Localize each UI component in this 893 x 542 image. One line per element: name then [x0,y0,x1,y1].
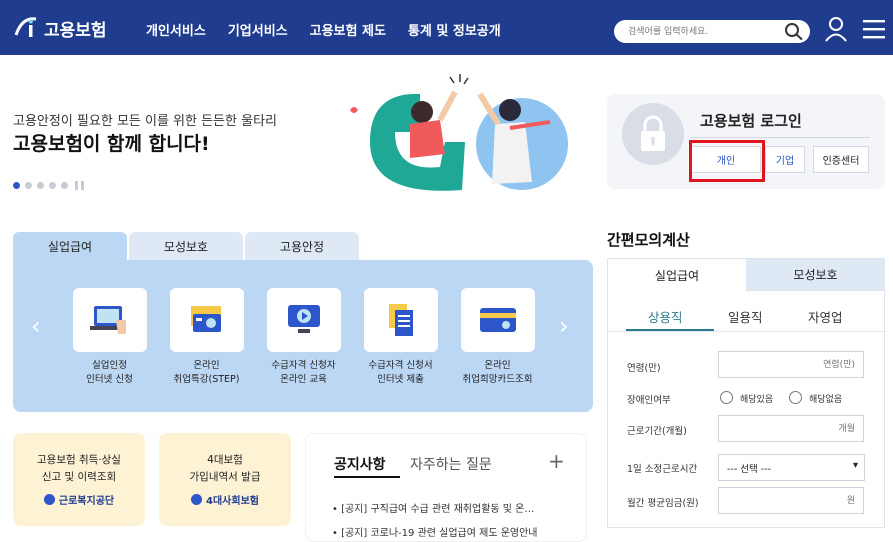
wage-label: 월간 평균임금(원) [627,498,699,509]
service-label: 실업인정 인터넷 신청 [86,360,133,385]
tab-calc-unemployment[interactable]: 실업급여 [608,259,746,291]
brand-name: 4대사회보험 [206,496,259,507]
nav-statistics[interactable]: 통계 및 정보공개 [408,20,501,39]
carousel-dot[interactable] [13,182,20,189]
certificate-center-button[interactable]: 인증센터 [813,146,869,173]
monitor-play-icon [266,288,341,352]
card-brand: 4대사회보험 [159,492,291,507]
carousel-indicators [13,181,84,190]
hamburger-menu-icon[interactable] [863,19,885,39]
subtab-self-employed[interactable]: 자영업 [808,307,843,326]
nav-business-services[interactable]: 기업서비스 [228,20,288,39]
service-item[interactable]: 수급자격 신청자 온라인 교육 [255,288,352,387]
notice-panel: 공지사항 자주하는 질문 + • [공지] 구직급여 수급 관련 재취업활동 및… [305,433,587,542]
chevron-left-icon[interactable]: ‹ [31,312,41,340]
age-label: 연령(만) [627,363,661,374]
tab-calc-maternity[interactable]: 모성보호 [746,259,885,291]
card-text: 고용보험 취득·상실 신고 및 이력조회 [37,454,121,483]
service-item[interactable]: 수급자격 신청서 인터넷 제출 [352,288,449,387]
disabled-label: 장애인여부 [627,395,671,406]
business-login-button[interactable]: 기업 [765,146,805,173]
lock-icon [622,103,684,165]
carousel-dot[interactable] [37,182,44,189]
projector-icon [169,288,244,352]
tab-employment-stability[interactable]: 고용안정 [245,232,359,260]
top-header: 고용보험 개인서비스 기업서비스 고용보험 제도 통계 및 정보공개 [0,0,893,55]
service-item[interactable]: 온라인 취업희망카드조회 [449,288,546,387]
radio-yes-label: 해당있음 [740,395,774,405]
service-list: 실업인정 인터넷 신청 온라인 취업특강(STEP) 수급자격 신청자 온라인 … [61,288,546,387]
notice-item[interactable]: • [공지] 구직급여 수급 관련 재취업활동 및 온… [332,500,568,515]
hero-illustration [350,72,570,194]
chevron-down-icon: ▾ [852,460,858,471]
period-label: 근로기간(개월) [627,426,687,437]
document-icon [363,288,438,352]
subtab-daily[interactable]: 일용직 [728,307,763,326]
insurance-report-card[interactable]: 고용보험 취득·상실 신고 및 이력조회 근로복지공단 [13,433,145,526]
period-input[interactable] [718,415,864,442]
search-icon[interactable] [784,22,804,41]
main-nav: 개인서비스 기업서비스 고용보험 제도 통계 및 정보공개 [146,20,523,39]
brand-logo-icon [43,494,55,505]
tab-faq[interactable]: 자주하는 질문 [410,454,492,474]
pause-icon[interactable] [75,181,84,190]
work-hours-select[interactable]: --- 선택 --- ▾ [718,454,865,481]
carousel-dot[interactable] [25,182,32,189]
nav-personal-services[interactable]: 개인서비스 [146,20,206,39]
service-item[interactable]: 실업인정 인터넷 신청 [61,288,158,387]
subtab-regular[interactable]: 상용직 [648,307,683,326]
tab-notices[interactable]: 공지사항 [334,454,386,474]
service-item[interactable]: 온라인 취업특강(STEP) [158,288,255,387]
notice-item-text: [공지] 코로나-19 관련 실업급여 제도 운영안내 [341,528,538,539]
search-box [614,20,810,43]
radio-no[interactable] [789,391,802,404]
hero-title: 고용보험이 함께 합니다! [13,133,210,155]
search-input[interactable] [628,23,778,40]
logo-icon [12,15,40,41]
logo-text: 고용보험 [44,20,107,41]
notice-item-text: [공지] 구직급여 수급 관련 재취업활동 및 온… [341,504,535,515]
nav-insurance-system[interactable]: 고용보험 제도 [310,20,386,39]
age-input[interactable] [718,351,864,378]
logo[interactable]: 고용보험 [12,14,107,42]
carousel-dot[interactable] [61,182,68,189]
active-tab-underline [334,476,400,478]
radio-yes[interactable] [720,391,733,404]
login-title: 고용보험 로그인 [700,112,802,130]
calculator-title: 간편모의계산 [607,231,690,249]
radio-no-label: 해당없음 [809,395,843,405]
wage-input[interactable] [718,487,864,514]
service-tabs: 실업급여 모성보호 고용안정 [13,232,361,260]
chevron-right-icon[interactable]: › [559,312,569,340]
brand-name: 근로복지공단 [58,496,115,507]
laptop-hand-icon [72,288,147,352]
brand-logo-icon [191,494,203,505]
hero-subtitle: 고용안정이 필요한 모든 이를 위한 든든한 울타리 [13,114,277,129]
enrollment-certificate-card[interactable]: 4대보험 가입내역서 발급 4대사회보험 [159,433,291,526]
tab-unemployment-benefit[interactable]: 실업급여 [13,232,127,260]
plus-icon[interactable]: + [548,449,565,473]
service-label: 온라인 취업희망카드조회 [462,360,533,385]
select-value: --- 선택 --- [727,463,772,475]
card-brand: 근로복지공단 [13,492,145,507]
service-panel: ‹ › 실업인정 인터넷 신청 온라인 취업특강(STEP) 수급자격 신청자 … [13,260,593,412]
divider [608,331,884,332]
user-icon[interactable] [824,16,848,42]
card-icon [460,288,535,352]
tab-maternity-protection[interactable]: 모성보호 [129,232,243,260]
notice-item[interactable]: • [공지] 코로나-19 관련 실업급여 제도 운영안내 [332,524,568,539]
service-label: 수급자격 신청자 온라인 교육 [271,360,336,385]
service-label: 온라인 취업특강(STEP) [173,360,240,385]
highlight-box [689,140,765,182]
card-text: 4대보험 가입내역서 발급 [189,454,261,483]
work-hours-label: 1일 소정근로시간 [627,464,698,475]
divider [690,137,870,138]
calculator-panel: 실업급여 모성보호 상용직 일용직 자영업 연령(만) 장애인여부 해당있음 해… [607,258,885,528]
carousel-dot[interactable] [49,182,56,189]
service-label: 수급자격 신청서 인터넷 제출 [368,360,433,385]
